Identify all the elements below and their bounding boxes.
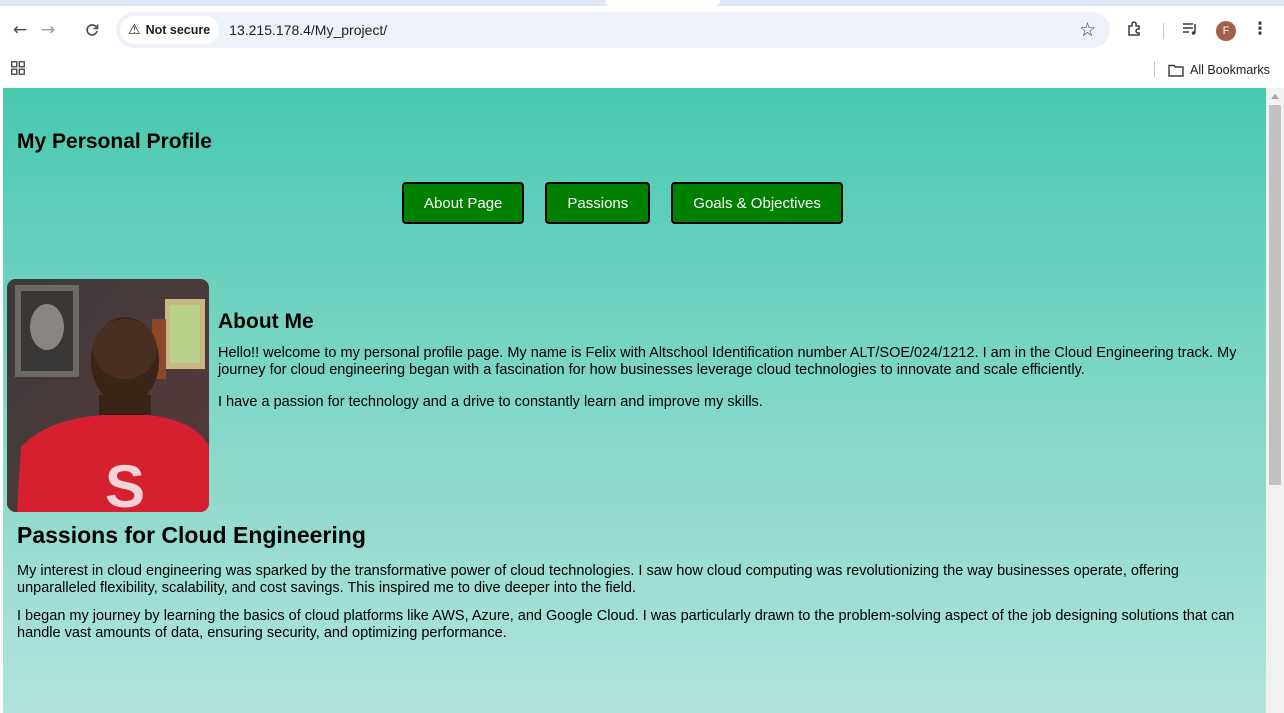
all-bookmarks-button[interactable]: All Bookmarks — [1168, 59, 1270, 81]
all-bookmarks-label: All Bookmarks — [1190, 63, 1270, 77]
extensions-icon[interactable] — [1124, 16, 1146, 42]
apps-grid-icon[interactable] — [11, 61, 25, 75]
reload-icon[interactable] — [80, 18, 104, 42]
profile-photo: S — [7, 279, 209, 512]
avatar[interactable]: F — [1216, 21, 1236, 41]
passions-heading: Passions for Cloud Engineering — [17, 522, 366, 548]
page-scrollbar[interactable] — [1266, 88, 1284, 713]
scroll-up-arrow-icon[interactable] — [1271, 94, 1279, 99]
star-icon[interactable]: ☆ — [1079, 19, 1096, 41]
passions-section: Passions for Cloud Engineering My intere… — [17, 522, 1252, 653]
about-paragraph: I have a passion for technology and a dr… — [218, 394, 763, 410]
about-heading: About Me — [218, 310, 314, 333]
passions-paragraph: I began my journey by learning the basic… — [17, 608, 1235, 641]
toolbar-divider — [1163, 23, 1164, 39]
bookmarks-bar: All Bookmarks — [0, 54, 1284, 86]
browser-toolbar: ← → ⚠ Not secure 13.215.178.4/My_project… — [0, 6, 1284, 54]
passions-button[interactable]: Passions — [545, 182, 651, 224]
site-info-chip[interactable]: ⚠ Not secure — [120, 16, 220, 44]
forward-arrow-icon[interactable]: → — [36, 18, 60, 42]
folder-icon — [1168, 64, 1184, 77]
url-text[interactable]: 13.215.178.4/My_project/ — [229, 22, 387, 38]
passions-paragraph: My interest in cloud engineering was spa… — [17, 563, 1179, 596]
security-label: Not secure — [145, 23, 211, 37]
nav-buttons: About Page Passions Goals & Objectives — [402, 182, 843, 224]
page-title: My Personal Profile — [17, 130, 212, 153]
about-page-button[interactable]: About Page — [402, 182, 525, 224]
media-icon[interactable] — [1179, 16, 1201, 42]
about-paragraph: Hello!! welcome to my personal profile p… — [218, 345, 1237, 378]
page-viewport: My Personal Profile About Page Passions … — [3, 88, 1266, 713]
svg-text:S: S — [105, 453, 145, 512]
about-section: About Me Hello!! welcome to my personal … — [218, 310, 1248, 427]
menu-icon[interactable]: ⋮ — [1252, 16, 1269, 42]
goals-objectives-button[interactable]: Goals & Objectives — [671, 182, 843, 224]
address-bar[interactable]: ⚠ Not secure 13.215.178.4/My_project/ ☆ — [116, 12, 1110, 48]
scroll-thumb[interactable] — [1269, 105, 1281, 485]
bookmarks-divider — [1154, 61, 1155, 77]
warning-icon: ⚠ — [128, 22, 141, 38]
back-arrow-icon[interactable]: ← — [8, 18, 32, 42]
